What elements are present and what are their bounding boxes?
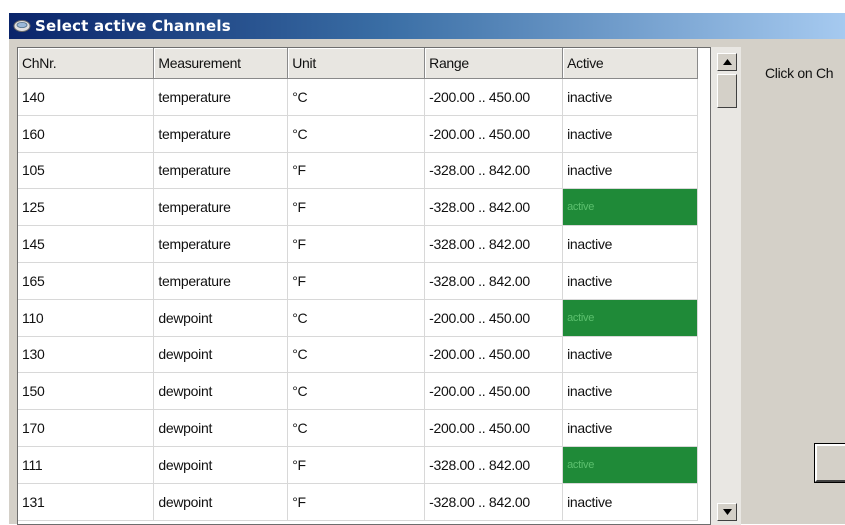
cell-range: -328.00 .. 842.00 <box>424 483 564 521</box>
cell-chnr: 160 <box>18 115 155 153</box>
cell-measurement: temperature <box>153 115 289 153</box>
cell-measurement: temperature <box>153 262 289 300</box>
cell-range: -200.00 .. 450.00 <box>424 78 564 116</box>
table-row[interactable]: 130 dewpoint °C -200.00 .. 450.00 inactive <box>18 336 698 374</box>
cell-range: -200.00 .. 450.00 <box>424 299 564 337</box>
cell-unit: °C <box>287 409 426 447</box>
cell-unit: °F <box>287 446 426 484</box>
cell-unit: °C <box>287 78 426 116</box>
cell-chnr: 130 <box>18 336 155 374</box>
table-row[interactable]: 165 temperature °F -328.00 .. 842.00 inactiv… <box>18 262 698 300</box>
side-button[interactable] <box>814 443 845 483</box>
table-row[interactable]: 140 temperature °C -200.00 .. 450.00 inactiv… <box>18 78 698 116</box>
cell-chnr: 165 <box>18 262 155 300</box>
cell-chnr: 145 <box>18 225 155 263</box>
column-header-chnr[interactable]: ChNr. <box>18 48 155 79</box>
cell-measurement: dewpoint <box>153 336 289 374</box>
cell-chnr: 150 <box>18 372 155 411</box>
cell-measurement: temperature <box>153 188 289 227</box>
cell-measurement: dewpoint <box>153 299 289 337</box>
cell-unit: °F <box>287 262 426 300</box>
column-header-unit[interactable]: Unit <box>287 48 426 79</box>
cell-active[interactable]: inactive <box>562 336 698 374</box>
cell-range: -328.00 .. 842.00 <box>424 188 564 227</box>
cell-active[interactable]: inactive <box>562 225 698 263</box>
cell-range: -200.00 .. 450.00 <box>424 372 564 411</box>
cell-chnr: 140 <box>18 78 155 116</box>
cell-measurement: temperature <box>153 152 289 190</box>
cell-active[interactable]: active <box>562 188 698 227</box>
cell-active[interactable]: inactive <box>562 372 698 411</box>
cell-unit: °F <box>287 483 426 521</box>
cell-measurement: dewpoint <box>153 409 289 447</box>
scrollbar-thumb[interactable] <box>717 74 737 108</box>
cell-chnr: 111 <box>18 446 155 484</box>
cell-chnr: 131 <box>18 483 155 521</box>
cell-chnr: 125 <box>18 188 155 227</box>
arrow-down-icon[interactable] <box>717 503 737 521</box>
table-row[interactable]: 131 dewpoint °F -328.00 .. 842.00 inactive <box>18 483 698 521</box>
cell-chnr: 110 <box>18 299 155 337</box>
cell-active[interactable]: active <box>562 299 698 337</box>
cell-unit: °F <box>287 152 426 190</box>
window-title: Select active Channels <box>35 17 231 35</box>
arrow-up-icon[interactable] <box>717 53 737 71</box>
channels-table: ChNr. Measurement Unit Range Active 140 t… <box>18 48 698 521</box>
table-row[interactable]: 105 temperature °F -328.00 .. 842.00 inactiv… <box>18 152 698 190</box>
cell-unit: °C <box>287 372 426 411</box>
cell-active[interactable]: inactive <box>562 262 698 300</box>
cell-active[interactable]: inactive <box>562 115 698 153</box>
cell-active[interactable]: inactive <box>562 483 698 521</box>
cell-active[interactable]: inactive <box>562 152 698 190</box>
cell-range: -200.00 .. 450.00 <box>424 336 564 374</box>
table-row[interactable]: 150 dewpoint °C -200.00 .. 450.00 inactive <box>18 372 698 411</box>
cell-chnr: 105 <box>18 152 155 190</box>
cell-range: -200.00 .. 450.00 <box>424 409 564 447</box>
instruction-text: Click on Ch <box>765 65 834 81</box>
cell-active[interactable]: active <box>562 446 698 484</box>
column-header-range[interactable]: Range <box>424 48 564 79</box>
cell-active[interactable]: inactive <box>562 78 698 116</box>
cell-range: -328.00 .. 842.00 <box>424 262 564 300</box>
cell-unit: °F <box>287 225 426 263</box>
cell-measurement: dewpoint <box>153 446 289 484</box>
cell-range: -328.00 .. 842.00 <box>424 225 564 263</box>
table-row[interactable]: 170 dewpoint °C -200.00 .. 450.00 inactive <box>18 409 698 447</box>
cell-measurement: temperature <box>153 78 289 116</box>
column-header-active[interactable]: Active <box>562 48 698 79</box>
cell-range: -328.00 .. 842.00 <box>424 152 564 190</box>
header-row: ChNr. Measurement Unit Range Active <box>18 48 698 79</box>
cell-active[interactable]: inactive <box>562 409 698 447</box>
title-bar: Select active Channels <box>9 13 845 39</box>
cell-unit: °C <box>287 299 426 337</box>
cell-unit: °C <box>287 336 426 374</box>
cell-range: -200.00 .. 450.00 <box>424 115 564 153</box>
cell-measurement: dewpoint <box>153 483 289 521</box>
table-row[interactable]: 160 temperature °C -200.00 .. 450.00 inactiv… <box>18 115 698 153</box>
table-row[interactable]: 125 temperature °F -328.00 .. 842.00 active <box>18 188 698 227</box>
channels-grid: ChNr. Measurement Unit Range Active 140 t… <box>17 47 711 525</box>
cell-measurement: temperature <box>153 225 289 263</box>
cell-measurement: dewpoint <box>153 372 289 411</box>
disk-icon <box>13 18 31 34</box>
table-row[interactable]: 110 dewpoint °C -200.00 .. 450.00 active <box>18 299 698 337</box>
cell-unit: °F <box>287 188 426 227</box>
cell-chnr: 170 <box>18 409 155 447</box>
cell-range: -328.00 .. 842.00 <box>424 446 564 484</box>
cell-unit: °C <box>287 115 426 153</box>
vertical-scrollbar[interactable] <box>711 47 741 525</box>
table-row[interactable]: 145 temperature °F -328.00 .. 842.00 inactiv… <box>18 225 698 263</box>
table-row[interactable]: 111 dewpoint °F -328.00 .. 842.00 active <box>18 446 698 484</box>
select-channels-window: Select active Channels ChNr. Measurement… <box>8 12 845 525</box>
column-header-measurement[interactable]: Measurement <box>153 48 289 79</box>
